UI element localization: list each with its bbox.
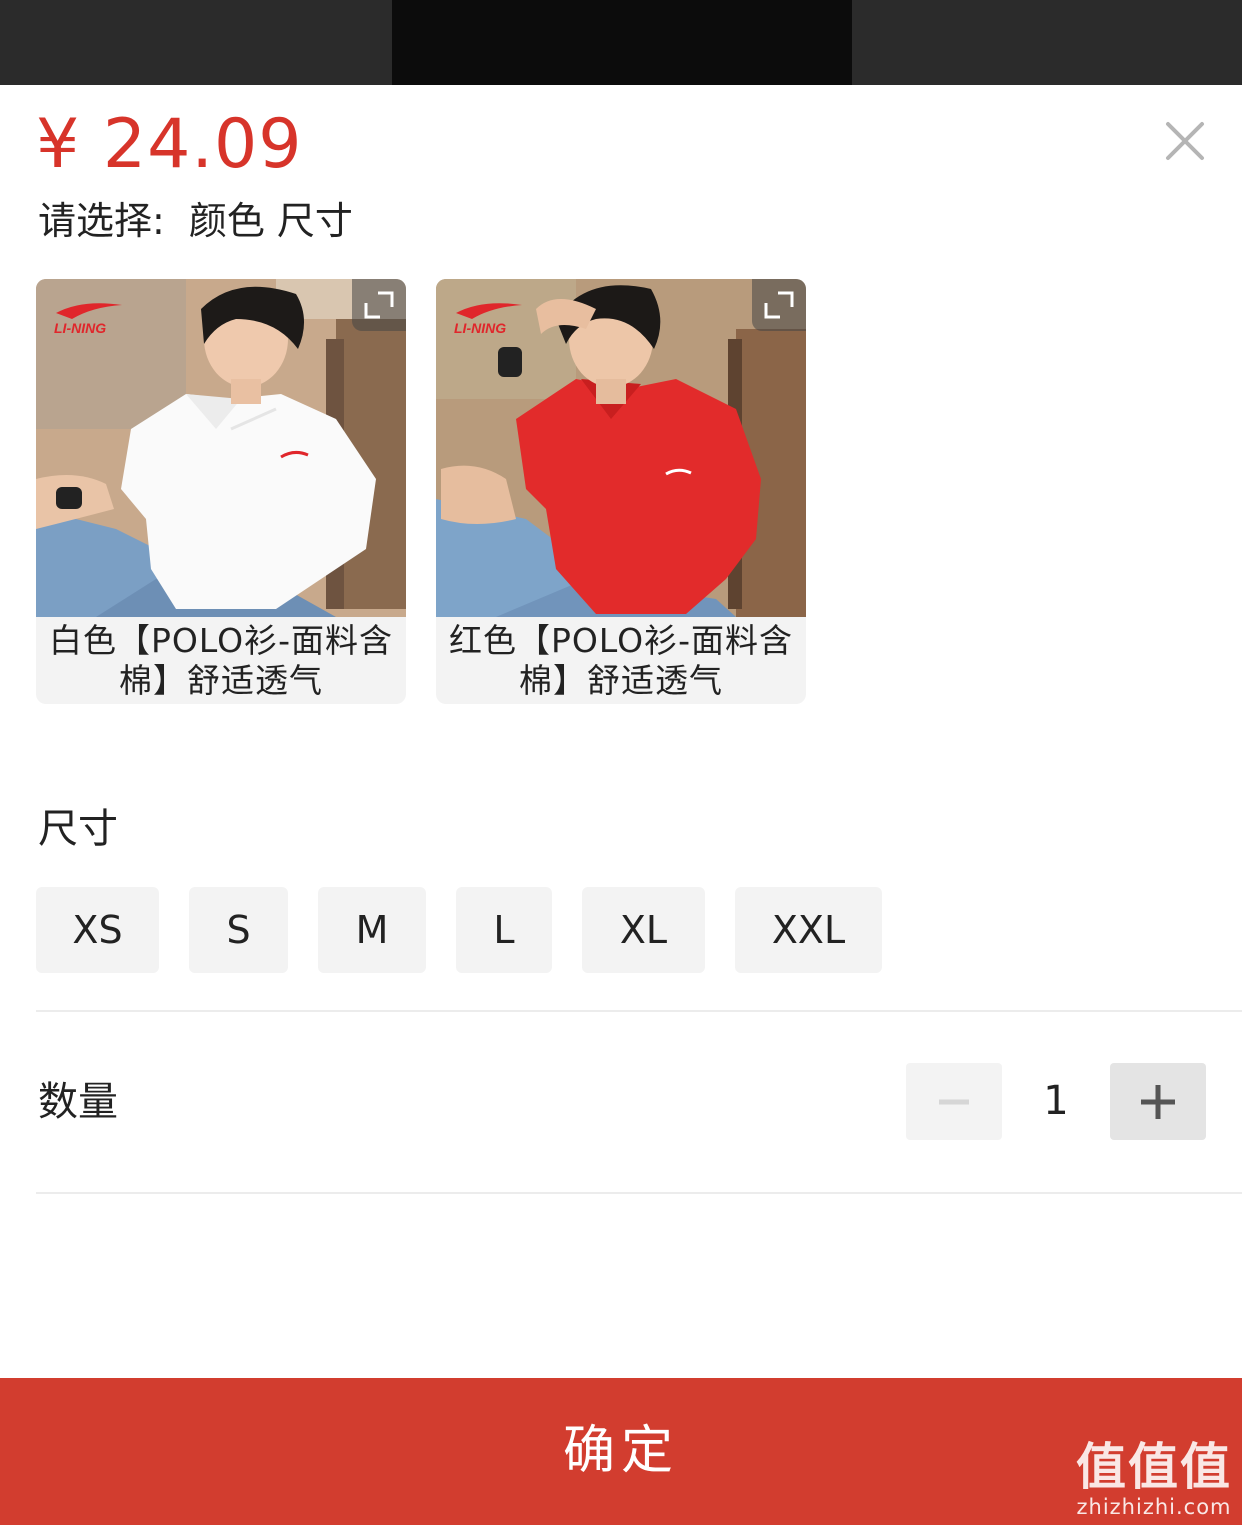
size-option-xl[interactable]: XL xyxy=(582,887,705,973)
quantity-value[interactable]: 1 xyxy=(1010,1063,1102,1140)
minus-icon xyxy=(939,1099,969,1105)
quantity-label: 数量 xyxy=(38,1079,118,1125)
size-option-m[interactable]: M xyxy=(318,887,426,973)
svg-text:LI-NING: LI-NING xyxy=(454,320,506,336)
expand-icon[interactable] xyxy=(752,279,806,331)
plus-icon xyxy=(1141,1085,1175,1119)
size-option-xxl[interactable]: XXL xyxy=(735,887,882,973)
selection-prompt: 请选择: 颜色 尺寸 xyxy=(38,198,353,244)
background-product-image xyxy=(0,0,1242,85)
quantity-decrease-button[interactable] xyxy=(906,1063,1002,1140)
quantity-increase-button[interactable] xyxy=(1110,1063,1206,1140)
size-label: 尺寸 xyxy=(38,806,118,852)
confirm-button[interactable]: 确定 xyxy=(0,1378,1242,1525)
brand-logo: LI-NING xyxy=(54,303,122,336)
color-option-white[interactable]: LI-NING 白色【POLO衫-面料含棉】舒适透气 xyxy=(36,279,406,704)
divider xyxy=(36,1010,1242,1012)
svg-text:LI-NING: LI-NING xyxy=(54,320,106,336)
expand-icon[interactable] xyxy=(352,279,406,331)
color-caption: 红色【POLO衫-面料含棉】舒适透气 xyxy=(449,621,793,700)
color-option-red[interactable]: LI-NING 红色【POLO衫-面料含棉】舒适透气 xyxy=(436,279,806,704)
color-caption: 白色【POLO衫-面料含棉】舒适透气 xyxy=(49,621,393,700)
close-icon[interactable] xyxy=(1162,118,1208,164)
size-option-s[interactable]: S xyxy=(189,887,288,973)
prompt-option-color: 颜色 xyxy=(188,199,265,243)
watermark-url: zhizhizhi.com xyxy=(1076,1495,1232,1519)
brand-logo: LI-NING xyxy=(454,303,522,336)
price: ¥ 24.09 xyxy=(36,105,303,184)
size-option-xs[interactable]: XS xyxy=(36,887,159,973)
watermark: 值值值 zhizhizhi.com xyxy=(1076,1439,1232,1519)
prompt-label: 请选择: xyxy=(38,199,165,243)
size-option-l[interactable]: L xyxy=(456,887,552,973)
watermark-title: 值值值 xyxy=(1076,1438,1232,1496)
prompt-option-size: 尺寸 xyxy=(276,199,353,243)
background-shadow xyxy=(392,0,852,85)
divider xyxy=(36,1192,1242,1194)
